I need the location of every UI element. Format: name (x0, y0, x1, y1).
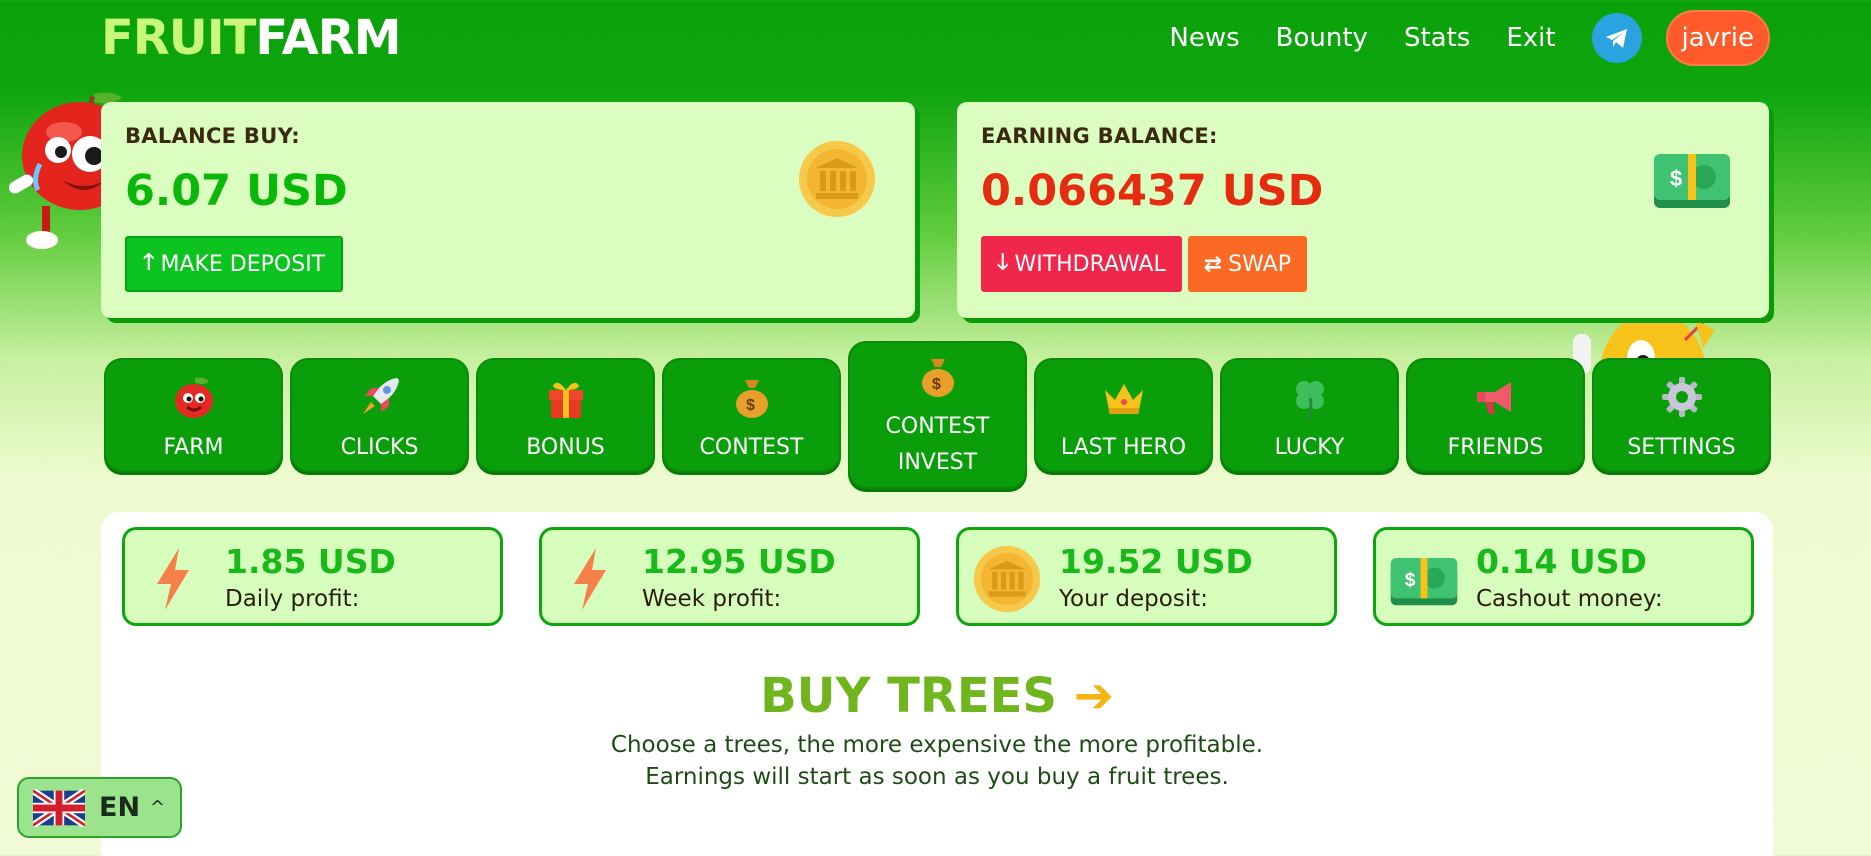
arrow-down-icon: 🡓 (997, 250, 1009, 275)
crown-icon (1104, 384, 1143, 414)
nav-exit-link[interactable]: Exit (1506, 23, 1555, 53)
megaphone-icon (1476, 382, 1511, 414)
balance-buy-label: BALANCE BUY: (125, 124, 300, 148)
chevron-up-icon: ^ (150, 797, 166, 818)
cashout-money-label: Cashout money: (1476, 586, 1663, 612)
lightning-icon (574, 548, 606, 610)
telegram-icon[interactable] (1591, 13, 1642, 63)
bank-coin-icon (973, 545, 1041, 613)
menu-contest-invest[interactable]: $ CONTEST INVEST (848, 341, 1027, 489)
withdrawal-label: WITHDRAWAL (1014, 251, 1166, 277)
menu-friends-label: FRIENDS (1447, 435, 1544, 460)
menu-clicks-label: CLICKS (340, 435, 419, 460)
buy-trees-line-1: Choose a trees, the more expensive the m… (610, 732, 1264, 758)
arrow-right-icon: ➔ (1073, 668, 1114, 724)
buy-trees-description: Choose a trees, the more expensive the m… (101, 729, 1773, 793)
swap-button[interactable]: ⇄ SWAP (1187, 236, 1307, 292)
buy-trees-title: BUY TREES (760, 668, 1057, 724)
menu-bonus-label: BONUS (526, 435, 605, 460)
logo[interactable]: FRUITFARM (101, 10, 401, 66)
stat-your-deposit: 19.52 USD Your deposit: (956, 527, 1337, 626)
menu-lucky[interactable]: LUCKY (1220, 358, 1399, 472)
menu-farm[interactable]: FARM (104, 358, 283, 472)
stat-daily-profit: 1.85 USD Daily profit: (122, 527, 503, 626)
menu-contest[interactable]: $ CONTEST (662, 358, 841, 472)
logo-part-farm: FARM (255, 10, 401, 66)
stat-week-profit: 12.95 USD Week profit: (539, 527, 920, 626)
svg-text:$: $ (932, 376, 941, 393)
your-deposit-label: Your deposit: (1059, 586, 1208, 612)
gear-icon (1661, 377, 1702, 417)
money-bag-icon: $ (735, 380, 768, 418)
make-deposit-label: MAKE DEPOSIT (160, 251, 326, 277)
cashout-money-value: 0.14 USD (1476, 542, 1647, 581)
clover-icon (1295, 381, 1324, 419)
bank-coin-icon (799, 141, 875, 217)
balance-buy-card: BALANCE BUY: 6.07 USD 🡑 MAKE DEPOSIT (101, 102, 915, 318)
balance-buy-amount: 6.07 USD (125, 166, 348, 216)
cash-stack-icon: $ (1654, 154, 1730, 208)
rocket-icon (362, 378, 399, 414)
stat-cashout-money: $ 0.14 USD Cashout money: (1373, 527, 1754, 626)
money-bag-icon: $ (921, 359, 954, 397)
uk-flag-icon (33, 788, 85, 827)
arrow-up-icon: 🡑 (143, 250, 155, 275)
lightning-icon (157, 548, 189, 610)
main-panel: 1.85 USD Daily profit: 12.95 USD Week pr… (101, 512, 1773, 856)
earning-balance-label: EARNING BALANCE: (981, 124, 1218, 148)
daily-profit-label: Daily profit: (225, 586, 360, 612)
gift-icon (548, 382, 583, 418)
menu-settings[interactable]: SETTINGS (1592, 358, 1771, 472)
top-nav: News Bounty Stats Exit javrie (1133, 10, 1770, 66)
menu-lucky-label: LUCKY (1274, 435, 1345, 460)
svg-text:$: $ (1405, 570, 1416, 591)
cash-stack-icon: $ (1390, 558, 1458, 606)
your-deposit-value: 19.52 USD (1059, 542, 1253, 581)
swap-arrows-icon: ⇄ (1203, 251, 1223, 277)
menu-bonus[interactable]: BONUS (476, 358, 655, 472)
menu-contest-label: CONTEST (699, 435, 804, 460)
swap-label: SWAP (1228, 251, 1291, 277)
svg-text:$: $ (1670, 166, 1682, 191)
earning-balance-amount: 0.066437 USD (981, 166, 1324, 216)
language-code: EN (99, 792, 141, 823)
week-profit-value: 12.95 USD (642, 542, 836, 581)
menu-friends[interactable]: FRIENDS (1406, 358, 1585, 472)
menu-farm-label: FARM (163, 435, 224, 460)
buy-trees-heading: BUY TREES ➔ (101, 668, 1773, 724)
menu-last-hero[interactable]: LAST HERO (1034, 358, 1213, 472)
buy-trees-line-2: Earnings will start as soon as you buy a… (645, 764, 1229, 790)
withdrawal-button[interactable]: 🡓 WITHDRAWAL (981, 236, 1182, 292)
menu-contest-invest-label: CONTEST INVEST (885, 414, 990, 475)
nav-bounty-link[interactable]: Bounty (1276, 23, 1368, 53)
svg-text:$: $ (746, 397, 755, 414)
apple-icon (174, 377, 213, 418)
nav-stats-link[interactable]: Stats (1404, 23, 1470, 53)
nav-news-link[interactable]: News (1169, 23, 1239, 53)
earning-balance-card: EARNING BALANCE: 0.066437 USD 🡓 WITHDRAW… (957, 102, 1769, 318)
logo-part-fruit: FRUIT (101, 10, 256, 66)
menu-clicks[interactable]: CLICKS (290, 358, 469, 472)
user-profile-button[interactable]: javrie (1665, 10, 1770, 66)
language-switcher[interactable]: EN ^ (17, 777, 182, 838)
menu-settings-label: SETTINGS (1627, 435, 1736, 460)
make-deposit-button[interactable]: 🡑 MAKE DEPOSIT (125, 236, 344, 292)
menu-last-hero-label: LAST HERO (1060, 435, 1187, 460)
week-profit-label: Week profit: (642, 586, 782, 612)
daily-profit-value: 1.85 USD (225, 542, 396, 581)
